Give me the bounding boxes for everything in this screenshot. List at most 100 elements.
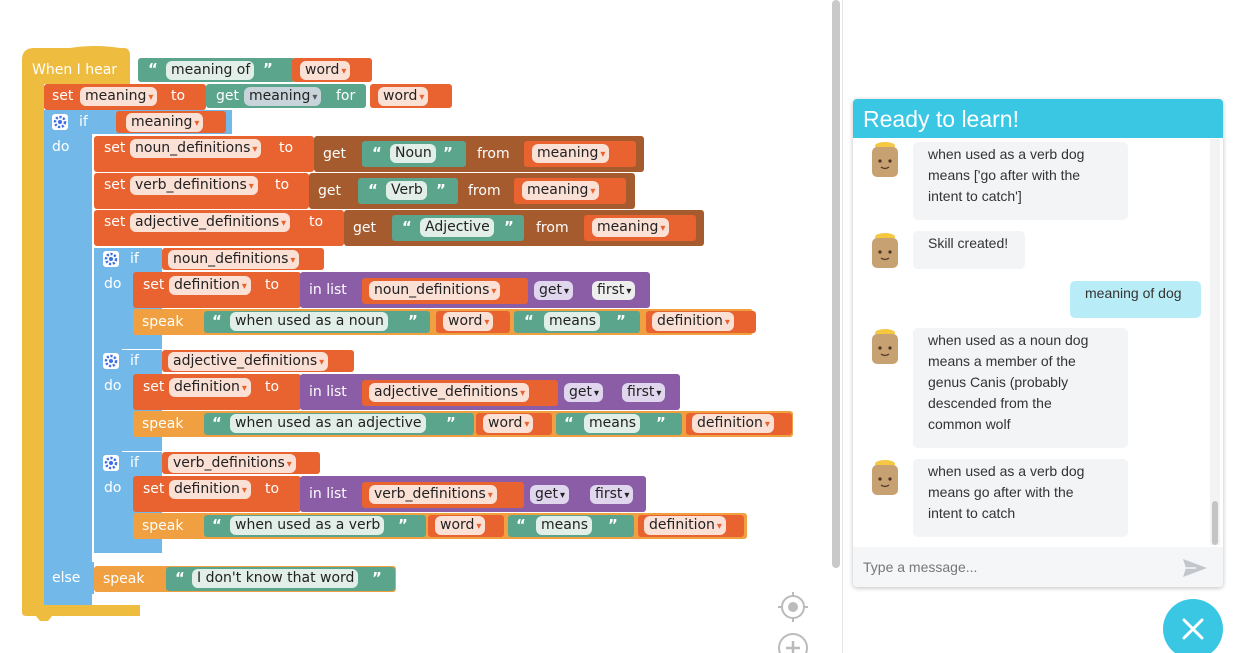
from-meaning-var[interactable]: meaning ▾: [522, 181, 600, 200]
chevron-down-icon[interactable]: ▾: [312, 92, 317, 103]
get-dropdown[interactable]: get ▾: [534, 281, 574, 300]
list-var[interactable]: noun_definitions ▾: [369, 281, 501, 300]
list-var[interactable]: adjective_definitions ▾: [369, 383, 530, 402]
chevron-down-icon[interactable]: ▾: [242, 485, 247, 496]
chevron-down-icon[interactable]: ▾: [290, 255, 295, 266]
chevron-down-icon[interactable]: ▾: [600, 149, 605, 160]
get-keyword: get: [323, 146, 346, 162]
key-text-field[interactable]: Adjective: [420, 218, 494, 237]
speak-keyword: speak: [142, 518, 184, 534]
chevron-down-icon[interactable]: ▾: [560, 490, 565, 501]
definition-var[interactable]: definition ▾: [169, 480, 251, 499]
get-meaning-var[interactable]: meaning ▾: [244, 87, 322, 106]
word-var[interactable]: word ▾: [435, 516, 486, 535]
gear-icon[interactable]: [103, 353, 119, 369]
to-keyword: to: [171, 88, 186, 104]
chevron-down-icon[interactable]: ▾: [242, 281, 247, 292]
cond-var[interactable]: noun_definitions ▾: [168, 250, 300, 269]
var-label: definition: [649, 517, 715, 533]
speak-text-field[interactable]: when used as a noun: [230, 312, 388, 331]
hear-word-var[interactable]: word ▾: [300, 61, 351, 80]
close-icon[interactable]: [1163, 599, 1223, 653]
verb-defs-var[interactable]: verb_definitions ▾: [130, 176, 258, 195]
workspace-scrollbar[interactable]: [832, 0, 840, 568]
close-chat-button[interactable]: [1163, 599, 1223, 653]
chevron-down-icon[interactable]: ▾: [484, 317, 489, 328]
chevron-down-icon[interactable]: ▾: [249, 181, 254, 192]
recenter-icon[interactable]: [777, 591, 809, 623]
else-text-field[interactable]: I don't know that word: [192, 569, 359, 588]
speak-text-field[interactable]: when used as a verb: [230, 516, 385, 535]
definition-var[interactable]: definition ▾: [169, 378, 251, 397]
chevron-down-icon[interactable]: ▾: [341, 66, 346, 77]
for-word-var[interactable]: word ▾: [378, 87, 429, 106]
var-label: meaning: [597, 219, 659, 235]
definition-var[interactable]: definition ▾: [169, 276, 251, 295]
means-text-field[interactable]: means: [536, 516, 592, 535]
definition-var[interactable]: definition ▾: [652, 312, 734, 331]
get-dropdown[interactable]: get ▾: [564, 383, 604, 402]
chevron-down-icon[interactable]: ▾: [725, 317, 730, 328]
get-dropdown[interactable]: get ▾: [530, 485, 570, 504]
gear-icon[interactable]: [103, 455, 119, 471]
from-meaning-var[interactable]: meaning ▾: [532, 144, 610, 163]
chevron-down-icon[interactable]: ▾: [564, 286, 569, 297]
zoom-in-icon[interactable]: [777, 632, 809, 653]
message-input[interactable]: [863, 557, 1163, 577]
key-text-field[interactable]: Verb: [386, 181, 427, 200]
chevron-down-icon[interactable]: ▾: [419, 92, 424, 103]
key-text-field[interactable]: Noun: [390, 144, 436, 163]
means-text-field[interactable]: means: [584, 414, 640, 433]
dropdown-label: first: [595, 486, 623, 502]
send-icon[interactable]: [1181, 556, 1209, 580]
hear-phrase-field[interactable]: meaning of: [166, 61, 255, 80]
chat-messages[interactable]: when used as a verb dog means ['go after…: [853, 138, 1223, 547]
chevron-down-icon[interactable]: ▾: [624, 490, 629, 501]
chevron-down-icon[interactable]: ▾: [656, 388, 661, 399]
chevron-down-icon[interactable]: ▾: [594, 388, 599, 399]
noun-defs-var[interactable]: noun_definitions ▾: [130, 139, 262, 158]
chevron-down-icon[interactable]: ▾: [626, 286, 631, 297]
chevron-down-icon[interactable]: ▾: [242, 383, 247, 394]
chevron-down-icon[interactable]: ▾: [488, 490, 493, 501]
list-var[interactable]: verb_definitions ▾: [369, 485, 497, 504]
means-text-field[interactable]: means: [544, 312, 600, 331]
chevron-down-icon[interactable]: ▾: [281, 218, 286, 229]
first-dropdown[interactable]: first ▾: [590, 485, 634, 504]
cond-var[interactable]: adjective_definitions ▾: [168, 352, 329, 371]
gear-icon[interactable]: [52, 114, 68, 130]
var-label: definition: [174, 379, 240, 395]
chat-scrollbar-thumb[interactable]: [1212, 501, 1218, 545]
chevron-down-icon[interactable]: ▾: [287, 459, 292, 470]
first-dropdown[interactable]: first ▾: [622, 383, 666, 402]
word-var[interactable]: word ▾: [483, 414, 534, 433]
var-label: definition: [657, 313, 723, 329]
chevron-down-icon[interactable]: ▾: [319, 357, 324, 368]
chat-header: Ready to learn!: [853, 99, 1223, 138]
speak-text-field[interactable]: when used as an adjective: [230, 414, 426, 433]
chevron-down-icon[interactable]: ▾: [660, 223, 665, 234]
chat-scrollbar-track[interactable]: [1210, 139, 1220, 545]
blocks-workspace[interactable]: When I hear “ meaning of ” word ▾ set mea…: [0, 0, 843, 653]
gear-icon[interactable]: [103, 251, 119, 267]
if-keyword: if: [79, 114, 88, 130]
definition-var[interactable]: definition ▾: [692, 414, 774, 433]
chevron-down-icon[interactable]: ▾: [491, 286, 496, 297]
chevron-down-icon[interactable]: ▾: [717, 521, 722, 532]
definition-var[interactable]: definition ▾: [644, 516, 726, 535]
chevron-down-icon[interactable]: ▾: [476, 521, 481, 532]
first-dropdown[interactable]: first ▾: [592, 281, 636, 300]
chevron-down-icon[interactable]: ▾: [148, 92, 153, 103]
word-var[interactable]: word ▾: [443, 312, 494, 331]
chevron-down-icon[interactable]: ▾: [252, 144, 257, 155]
chevron-down-icon[interactable]: ▾: [524, 419, 529, 430]
cond-var[interactable]: verb_definitions ▾: [168, 454, 296, 473]
from-meaning-var[interactable]: meaning ▾: [592, 218, 670, 237]
chevron-down-icon[interactable]: ▾: [590, 186, 595, 197]
chevron-down-icon[interactable]: ▾: [765, 419, 770, 430]
chevron-down-icon[interactable]: ▾: [194, 118, 199, 129]
set-meaning-var[interactable]: meaning ▾: [80, 87, 158, 106]
cond-meaning-var[interactable]: meaning ▾: [126, 113, 204, 132]
chevron-down-icon[interactable]: ▾: [520, 388, 525, 399]
adj-defs-var[interactable]: adjective_definitions ▾: [130, 213, 291, 232]
